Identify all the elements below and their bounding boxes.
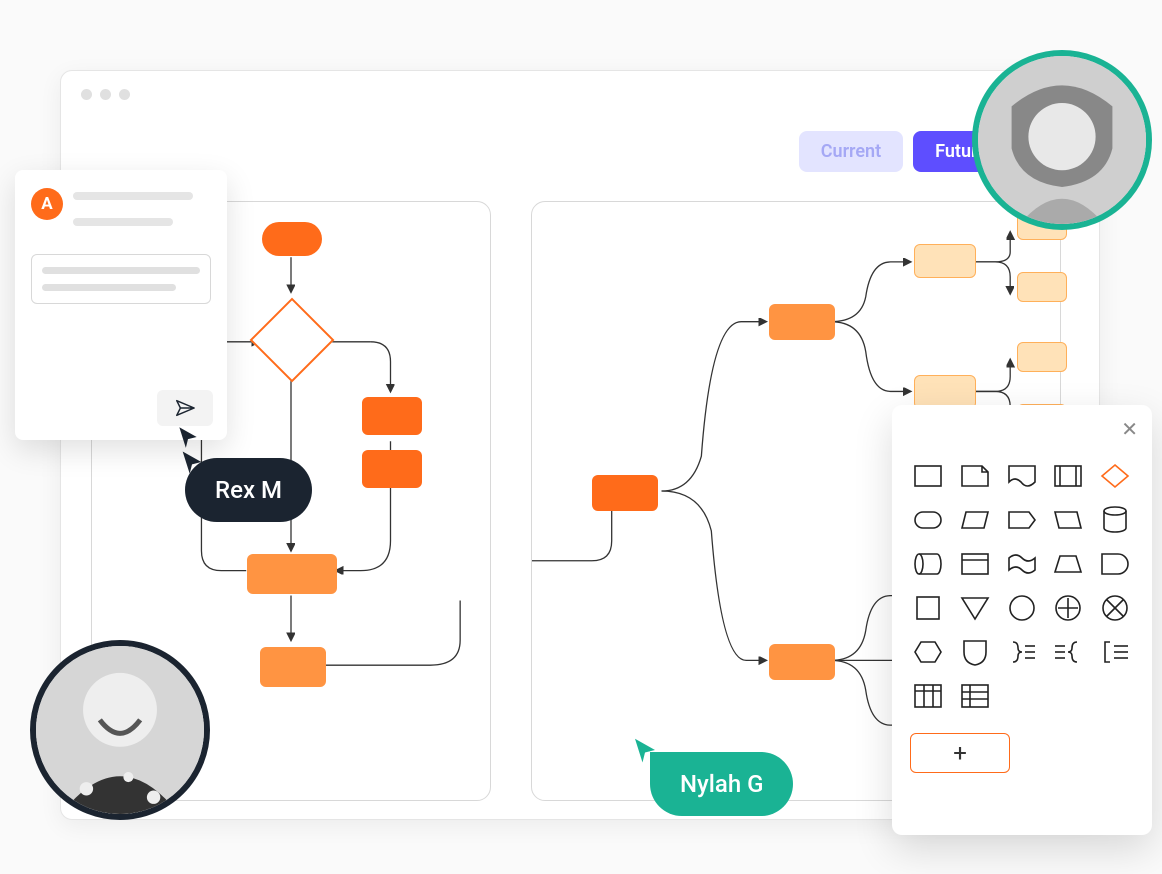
comment-text-line <box>73 218 173 226</box>
send-comment-button[interactable] <box>157 390 213 426</box>
shape-picker-panel: ✕ + <box>892 405 1152 835</box>
close-icon: ✕ <box>1121 417 1138 441</box>
flow-branch-node[interactable] <box>769 644 835 680</box>
shape-rectangle[interactable] <box>910 461 946 491</box>
flow-process-node[interactable] <box>247 554 337 594</box>
flow-branch-node[interactable] <box>769 304 835 340</box>
shape-cylinder[interactable] <box>1097 505 1133 535</box>
shape-rounded-rect[interactable] <box>910 505 946 535</box>
add-shape-button[interactable]: + <box>910 733 1010 773</box>
window-dot[interactable] <box>100 89 111 100</box>
shape-square[interactable] <box>910 593 946 623</box>
shape-parallelogram-right[interactable] <box>1050 505 1086 535</box>
flow-leaf-node[interactable] <box>914 244 976 278</box>
person-icon <box>36 646 204 814</box>
shape-trapezoid[interactable] <box>1050 549 1086 579</box>
shape-grid <box>910 461 1134 711</box>
person-icon <box>978 56 1146 224</box>
flow-process-node[interactable] <box>260 647 326 687</box>
window-controls <box>81 89 130 100</box>
flow-start-node[interactable] <box>262 222 322 256</box>
comment-text-line <box>73 192 193 200</box>
shape-card[interactable] <box>957 549 993 579</box>
shape-pentagon[interactable] <box>1004 505 1040 535</box>
flow-leaf-node[interactable] <box>1017 342 1067 372</box>
shape-diamond[interactable] <box>1097 461 1133 491</box>
shape-circle-plus[interactable] <box>1050 593 1086 623</box>
shape-brace-right-lines[interactable] <box>1004 637 1040 667</box>
shape-bracket-lines[interactable] <box>1097 637 1133 667</box>
shape-lines-brace-left[interactable] <box>1050 637 1086 667</box>
shape-table-rows[interactable] <box>957 681 993 711</box>
flow-process-node[interactable] <box>362 450 422 488</box>
shape-table-3col[interactable] <box>910 681 946 711</box>
shape-flag[interactable] <box>1004 549 1040 579</box>
collaborator-label-nylah: Nylah G <box>650 752 793 816</box>
comment-card: A <box>15 170 227 440</box>
tab-current[interactable]: Current <box>799 131 903 172</box>
shape-note[interactable] <box>957 461 993 491</box>
collaborator-name: Nylah G <box>680 770 763 798</box>
collaborator-avatar-nylah <box>972 50 1152 230</box>
close-button[interactable]: ✕ <box>1121 417 1138 441</box>
shape-parallelogram[interactable] <box>957 505 993 535</box>
comment-reply-input[interactable] <box>31 254 211 304</box>
shape-triangle-down[interactable] <box>957 593 993 623</box>
shape-cylinder-horiz[interactable] <box>910 549 946 579</box>
shape-hexagon[interactable] <box>910 637 946 667</box>
cursor-icon <box>175 424 201 450</box>
collaborator-avatar-rex <box>30 640 210 820</box>
shape-double-rect[interactable] <box>1050 461 1086 491</box>
collaborator-name: Rex M <box>215 476 282 504</box>
flow-leaf-node[interactable] <box>914 375 976 409</box>
plus-icon: + <box>953 739 967 767</box>
window-dot[interactable] <box>81 89 92 100</box>
shape-document[interactable] <box>1004 461 1040 491</box>
shape-circle-x[interactable] <box>1097 593 1133 623</box>
send-icon <box>174 397 196 419</box>
comment-author-avatar: A <box>31 188 63 220</box>
flow-leaf-node[interactable] <box>1017 272 1067 302</box>
flow-decision-node[interactable] <box>250 298 335 383</box>
window-dot[interactable] <box>119 89 130 100</box>
flow-process-node[interactable] <box>362 397 422 435</box>
shape-circle[interactable] <box>1004 593 1040 623</box>
collaborator-label-rex: Rex M <box>185 458 312 522</box>
shape-shield[interactable] <box>957 637 993 667</box>
shape-d-shape[interactable] <box>1097 549 1133 579</box>
flow-root-node[interactable] <box>592 475 658 511</box>
